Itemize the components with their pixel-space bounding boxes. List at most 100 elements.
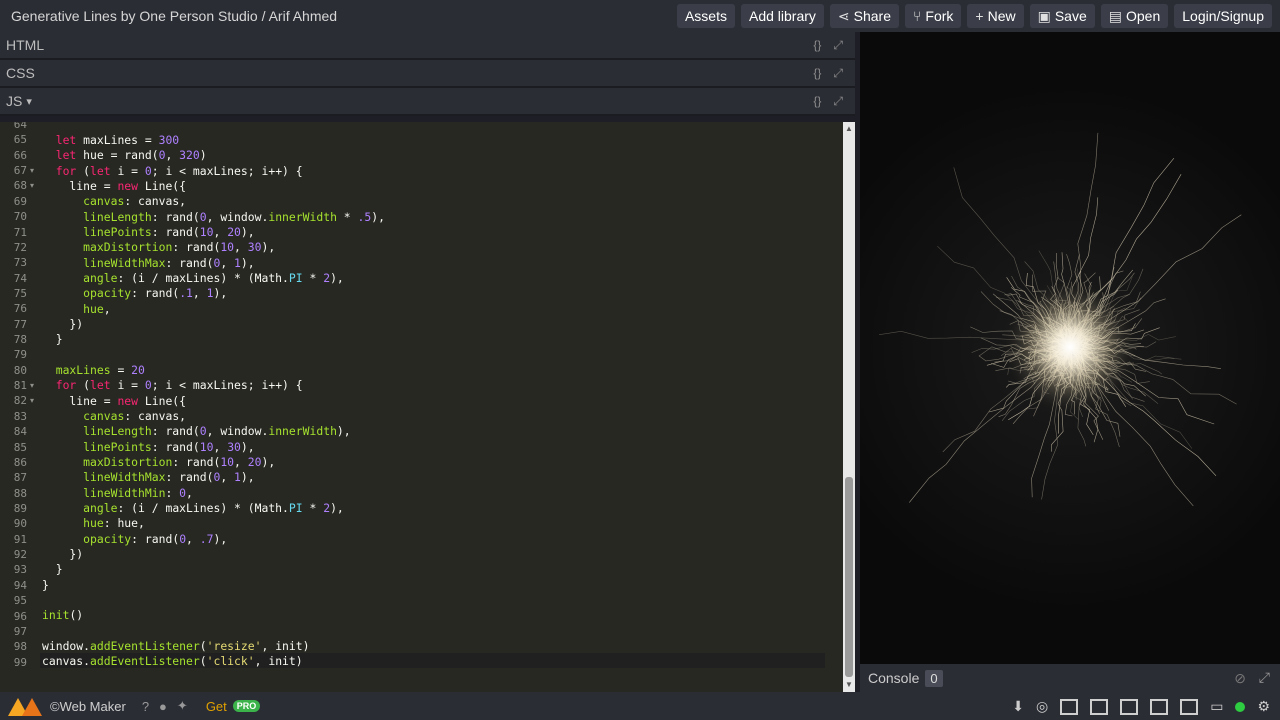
assets-button[interactable]: Assets xyxy=(676,4,735,28)
code-line: lineWidthMin: 0, xyxy=(83,486,193,500)
code-line: opacity: rand(0, .7), xyxy=(83,532,228,546)
layout-2-icon[interactable] xyxy=(1090,698,1109,715)
fork-button[interactable]: ⑂ Fork xyxy=(905,4,962,28)
css-pane-header[interactable]: CSS {} ⤢ xyxy=(0,60,855,88)
format-icon[interactable]: {} xyxy=(813,38,821,53)
code-line: for (let i = 0; i < maxLines; i++) { xyxy=(55,164,303,178)
fold-toggle-icon[interactable]: ▾ xyxy=(30,396,34,405)
line-number: 69 xyxy=(13,194,27,208)
download-icon[interactable]: ⬇ xyxy=(1012,698,1024,715)
code-line: angle: (i / maxLines) * (Math.PI * 2), xyxy=(83,271,344,285)
line-number: 91 xyxy=(13,532,27,546)
fork-label: Fork xyxy=(925,8,954,24)
html-pane-header[interactable]: HTML {} ⤢ xyxy=(0,32,855,60)
code-line: }) xyxy=(42,317,84,331)
expand-console-icon[interactable]: ⤢ xyxy=(1259,669,1270,686)
line-number: 79 xyxy=(13,348,27,362)
line-number: 83 xyxy=(13,409,27,423)
line-number: 76 xyxy=(13,302,27,316)
format-icon[interactable]: {} xyxy=(813,66,821,81)
layout-1-icon[interactable] xyxy=(1060,698,1079,715)
pro-badge[interactable]: PRO xyxy=(232,700,261,712)
monitor-icon[interactable]: ▭ xyxy=(1210,698,1223,715)
line-number: 74 xyxy=(13,271,27,285)
js-pane-header[interactable]: JS ▾ {} ⤢ xyxy=(0,88,855,116)
layout-5-icon[interactable] xyxy=(1180,698,1199,715)
assets-label: Assets xyxy=(684,8,727,24)
line-number: 98 xyxy=(13,640,27,654)
expand-icon[interactable]: ⤢ xyxy=(833,38,843,53)
globe-icon[interactable]: ◎ xyxy=(1036,698,1048,715)
new-label: New xyxy=(987,8,1016,24)
code-line: }) xyxy=(42,547,84,561)
footer-bar: ©Web Maker ? ● ✦ Get PRO ⬇ ◎ ▭ ⚙ xyxy=(0,692,1280,720)
code-line: lineLength: rand(0, window.innerWidth * … xyxy=(83,210,385,224)
login-button[interactable]: Login/Signup xyxy=(1174,4,1272,28)
layout-4-icon[interactable] xyxy=(1150,698,1169,715)
editor-scrollbar[interactable]: ▲ ▼ xyxy=(843,122,855,692)
get-pro-link[interactable]: Get xyxy=(206,699,227,714)
code-line: hue: hue, xyxy=(83,516,145,530)
clear-console-icon[interactable]: ⊘ xyxy=(1234,670,1246,687)
code-line: window.addEventListener('resize', init) xyxy=(42,639,310,653)
expand-icon[interactable]: ⤢ xyxy=(833,66,843,81)
fold-toggle-icon[interactable]: ▾ xyxy=(30,181,34,190)
console-label: Console xyxy=(868,670,920,686)
code-line: canvas: canvas, xyxy=(83,194,187,208)
floppy-icon: ▣ xyxy=(1037,7,1051,24)
brand-link[interactable]: ©Web Maker xyxy=(50,699,126,714)
share-button[interactable]: ⋖ Share xyxy=(829,4,899,28)
scrollbar-thumb[interactable] xyxy=(845,477,853,677)
fold-toggle-icon[interactable]: ▾ xyxy=(30,381,34,390)
line-number: 92 xyxy=(13,548,27,562)
code-line: } xyxy=(42,578,49,592)
new-button[interactable]: + New xyxy=(967,4,1024,28)
line-number: 88 xyxy=(13,486,27,500)
code-line: canvas: canvas, xyxy=(83,409,187,423)
generative-lines-canvas[interactable] xyxy=(860,32,1280,664)
save-button[interactable]: ▣ Save xyxy=(1029,4,1095,28)
line-number: 85 xyxy=(13,440,27,454)
line-number: 78 xyxy=(13,333,27,347)
line-number: 94 xyxy=(13,578,27,592)
project-title[interactable]: Generative Lines by One Person Studio / … xyxy=(11,8,677,24)
line-number: 89 xyxy=(13,502,27,515)
line-number: 84 xyxy=(13,425,27,439)
code-line: lineLength: rand(0, window.innerWidth), xyxy=(83,424,351,438)
js-code-editor[interactable]: 64 65 66 67 ▾ 68 ▾ 69 70 71 72 73 74 75 76 77 78 79 80 81 ▾ 8… xyxy=(0,122,843,692)
twitter-icon[interactable]: ✦ xyxy=(177,698,188,714)
code-line: linePoints: rand(10, 20), xyxy=(83,225,255,239)
line-number: 93 xyxy=(13,563,27,577)
open-button[interactable]: ▤ Open xyxy=(1100,4,1169,28)
preview-pane[interactable] xyxy=(860,32,1280,664)
layout-3-icon[interactable] xyxy=(1120,698,1139,715)
help-icon[interactable]: ? xyxy=(142,699,149,714)
scroll-down-arrow-icon[interactable]: ▼ xyxy=(845,680,853,689)
settings-icon[interactable]: ⚙ xyxy=(1257,698,1270,715)
expand-icon[interactable]: ⤢ xyxy=(833,94,843,109)
code-line: maxLines = 20 xyxy=(55,363,145,377)
login-label: Login/Signup xyxy=(1182,8,1264,24)
code-line: } xyxy=(42,332,63,346)
notification-dot-icon[interactable] xyxy=(1235,701,1246,712)
chevron-down-icon[interactable]: ▾ xyxy=(26,95,32,108)
html-pane-title: HTML xyxy=(6,37,45,53)
code-line: lineWidthMax: rand(0, 1), xyxy=(83,470,255,484)
line-number: 86 xyxy=(13,455,27,469)
fork-icon: ⑂ xyxy=(913,8,922,24)
chat-icon[interactable]: ● xyxy=(159,699,167,714)
code-line: line = new Line({ xyxy=(42,179,187,193)
scroll-up-arrow-icon[interactable]: ▲ xyxy=(845,124,853,133)
css-pane-title: CSS xyxy=(6,65,35,81)
line-number: 96 xyxy=(13,609,27,623)
line-number: 70 xyxy=(13,210,27,224)
line-number: 71 xyxy=(13,225,27,239)
line-number: 87 xyxy=(13,471,27,485)
format-icon[interactable]: {} xyxy=(813,94,821,109)
fold-toggle-icon[interactable]: ▾ xyxy=(30,166,34,175)
line-number: 67 xyxy=(13,164,27,178)
console-bar[interactable]: Console 0 ⊘ ⤢ xyxy=(860,664,1280,692)
line-number: 72 xyxy=(13,240,27,254)
webmaker-logo-icon[interactable] xyxy=(8,696,48,716)
add-library-button[interactable]: Add library xyxy=(740,4,824,28)
